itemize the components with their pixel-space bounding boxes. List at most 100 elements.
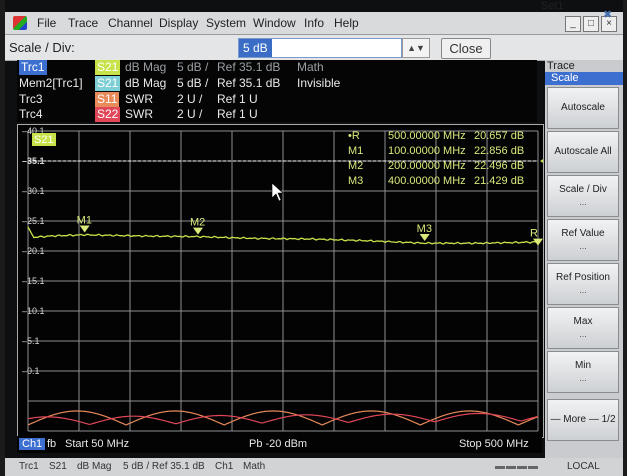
max-button[interactable]: Max... [547,307,619,349]
trace-ref: Ref 35.1 dB [217,76,281,90]
ref-value-label: Ref Value [561,228,605,239]
status-param: S21 [49,461,67,472]
restore-icon[interactable]: □ [583,16,599,32]
autoscale-label: Autoscale [561,102,605,113]
ref-position-label: Ref Position [556,272,610,283]
marker-readout-value: 22.496 dB [474,160,524,172]
trace-name: Trc3 [19,92,43,106]
fb-label: fb [47,438,57,450]
min-button[interactable]: Min... [547,351,619,393]
channel-bar: Ch1 fb Start 50 MHz Pb -20 dBm Stop 500 … [17,436,542,453]
analyzer-screen: File Trace Channel Display System Window… [5,0,623,476]
y-tick-label: –30.1 [22,186,45,196]
reference-arrow-icon [540,159,543,163]
marker-tag-label: R [530,228,538,240]
trace-name: Mem2[Trc1] [19,76,83,90]
autoscale-button[interactable]: Autoscale [547,87,619,129]
y-tick-label: –20.1 [22,246,45,256]
marker-readout-frequency: 200.00000 MHz [388,160,466,172]
y-tick-label: –0.1 [22,366,40,376]
ref-value-sub: ... [579,241,587,251]
menu-help[interactable]: Help [334,16,359,30]
marker-triangle-icon [79,225,90,233]
marker-readout-label: M3 [348,175,363,187]
channel-chip[interactable]: Ch1 [19,438,46,450]
more-button[interactable]: — More — 1/2 [547,399,619,441]
max-label: Max [573,316,593,327]
softkey-menu-title: Trace [547,60,575,72]
close-button[interactable]: Close [441,38,491,59]
autoscale-all-label: Autoscale All [554,146,612,157]
marker-readout-frequency: 100.00000 MHz [388,145,466,157]
scale-div-value: 5 dB [239,39,272,57]
trace-row[interactable]: Trc4 S22 SWR 2 U / Ref 1 U [17,107,537,122]
menu-info[interactable]: Info [304,16,324,30]
trace-scale: 2 U / [177,92,203,106]
marker-readout-value: 20.657 dB [474,130,524,142]
y-tick-label: –15.1 [22,276,45,286]
menu-display[interactable]: Display [159,16,198,30]
setup-close-icon[interactable]: ✖ [603,8,612,21]
status-format: dB Mag [77,461,112,472]
menu-system[interactable]: System [206,16,246,30]
menu-window[interactable]: Window [253,16,296,30]
marker-readout-label: •R [348,130,360,142]
ref-value-button[interactable]: Ref Value... [547,219,619,261]
marker-triangle-icon [419,234,430,242]
trace-name: Trc1 [19,60,47,75]
marker-tag-label: M3 [417,223,432,235]
scale-div-label: Scale / Div: [9,40,75,55]
autoscale-all-button[interactable]: Autoscale All [547,131,619,173]
trace-format: dB Mag [125,76,167,90]
ref-position-button[interactable]: Ref Position... [547,263,619,305]
y-tick-label: –10.1 [22,306,45,316]
scale-div-btn-label: Scale / Div [559,184,607,195]
start-frequency[interactable]: Start 50 MHz [65,438,129,450]
marker-readout-frequency: 500.00000 MHz [388,130,466,142]
trace-scale: 2 U / [177,107,203,121]
diagram-canvas: –40.1–35.1–30.1–25.1–20.1–15.1–10.1–5.1–… [22,126,543,432]
trace-list: Trc1 S21 dB Mag 5 dB / Ref 35.1 dB Math … [17,60,537,122]
trace-ref: Ref 1 U [217,107,258,121]
menu-file[interactable]: File [37,16,56,30]
y-tick-label: –5.1 [22,336,40,346]
stop-frequency[interactable]: Stop 500 MHz [459,438,529,450]
marker-readout-value: 21.429 dB [474,175,524,187]
app-icon [13,16,27,30]
minimize-icon[interactable]: _ [565,16,581,32]
ref-position-sub: ... [579,285,587,295]
trace-format: SWR [125,92,153,106]
scale-div-button[interactable]: Scale / Div... [547,175,619,217]
softkey-submenu-title: Scale [545,72,623,85]
setup-label: Set1 [541,0,564,12]
trace-extra: Invisible [297,76,341,90]
trace-ref: Ref 1 U [217,92,258,106]
trace-format: SWR [125,107,153,121]
trace-param: S11 [95,92,120,107]
trace-row[interactable]: Mem2[Trc1] S21 dB Mag 5 dB / Ref 35.1 dB… [17,76,537,91]
trace-row[interactable]: Trc1 S21 dB Mag 5 dB / Ref 35.1 dB Math [17,60,537,75]
scale-spinner-icon[interactable]: ▲▼ [402,38,430,58]
trace-scale: 5 dB / [177,60,209,74]
status-scale: 5 dB / Ref 35.1 dB [123,461,205,472]
min-label: Min [574,360,592,371]
scale-div-btn-sub: ... [579,197,587,207]
menu-trace[interactable]: Trace [68,16,98,30]
menu-bar: File Trace Channel Display System Window… [5,12,623,35]
source-power[interactable]: Pb -20 dBm [249,438,307,450]
status-lights-icon: ▬▬▬▬ [495,461,539,472]
trace-name: Trc4 [19,107,43,121]
trace-param: S21 [95,60,121,75]
trace-tag-label: S21 [34,134,54,146]
measurement-diagram[interactable]: –40.1 –35.1 –30.1 –25.1 –20.1 –15.1 –10.1 –5.1–… [17,124,544,438]
menu-channel[interactable]: Channel [108,16,153,30]
scale-div-input[interactable]: 5 dB [238,38,402,58]
marker-readout-value: 22.856 dB [474,145,524,157]
marker-triangle-icon [193,227,203,235]
mouse-cursor-icon [271,182,284,202]
trace-extra: Math [297,60,324,74]
marker-tag-label: M1 [77,214,92,226]
marker-readout-label: M2 [348,160,363,172]
trace-row[interactable]: Trc3 S11 SWR 2 U / Ref 1 U [17,92,537,107]
status-local: LOCAL [567,461,600,472]
